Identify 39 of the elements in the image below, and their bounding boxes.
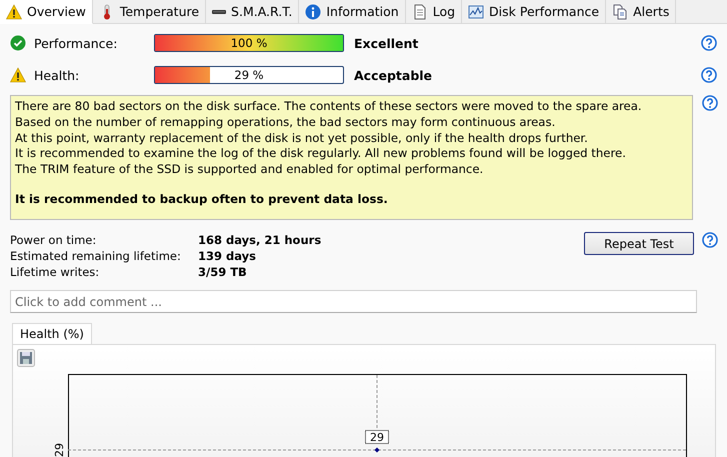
rating-text: Acceptable: [354, 68, 434, 82]
message-line: There are 80 bad sectors on the disk surface. The contents of these sectors were moved to the spare area.: [15, 99, 643, 115]
help-icon[interactable]: [702, 232, 718, 248]
stat-value: 139 days: [198, 248, 257, 264]
message-line: Based on the number of remapping operations, the bad sectors may form continuous areas.: [15, 114, 556, 131]
data-label: 29: [365, 430, 389, 444]
stat-label: Power on time:: [10, 232, 98, 248]
data-point: [374, 448, 380, 452]
save-icon[interactable]: [17, 349, 35, 367]
meter-label: Health:: [34, 68, 80, 82]
progress-reading: 29 %: [234, 68, 264, 82]
chart-tab[interactable]: Health (%): [12, 323, 92, 344]
message-line: It is recommended to backup often to prevent data loss.: [15, 192, 389, 208]
message-line: At this point, warranty replacement of the disk is not yet possible, only if the health drops further.: [15, 130, 589, 146]
stat-value: 168 days, 21 hours: [198, 232, 322, 248]
check-icon: [10, 35, 26, 51]
comment-field[interactable]: Click to add comment ...: [10, 290, 697, 313]
warning-icon: [6, 4, 22, 20]
meter-label: Performance:: [34, 36, 118, 50]
tab[interactable]: Overview: [0, 0, 93, 24]
documents-icon: [612, 4, 628, 20]
progress-reading: 100 %: [230, 36, 268, 50]
help-icon[interactable]: [701, 35, 717, 51]
stat-value: 3/59 TB: [198, 264, 248, 280]
info-icon: [305, 4, 322, 20]
document-icon: [412, 4, 428, 20]
repeat-test-button[interactable]: Repeat Test: [584, 232, 694, 255]
graph-icon: [468, 4, 484, 20]
stat-label: Estimated remaining lifetime:: [10, 248, 182, 264]
y-tick-label: 29: [53, 443, 66, 457]
tab[interactable]: Log: [406, 0, 462, 23]
rating-text: Excellent: [354, 36, 420, 50]
help-icon[interactable]: [701, 67, 717, 83]
help-icon[interactable]: [702, 95, 718, 111]
message-line: The TRIM feature of the SSD is supported and enabled for optimal performance.: [15, 162, 484, 178]
warning-icon: [10, 67, 26, 83]
drive-icon: [212, 10, 226, 14]
stat-label: Lifetime writes:: [10, 264, 100, 280]
message-line: It is recommended to examine the log of the disk regularly. All new problems found will be logged there.: [15, 146, 627, 162]
